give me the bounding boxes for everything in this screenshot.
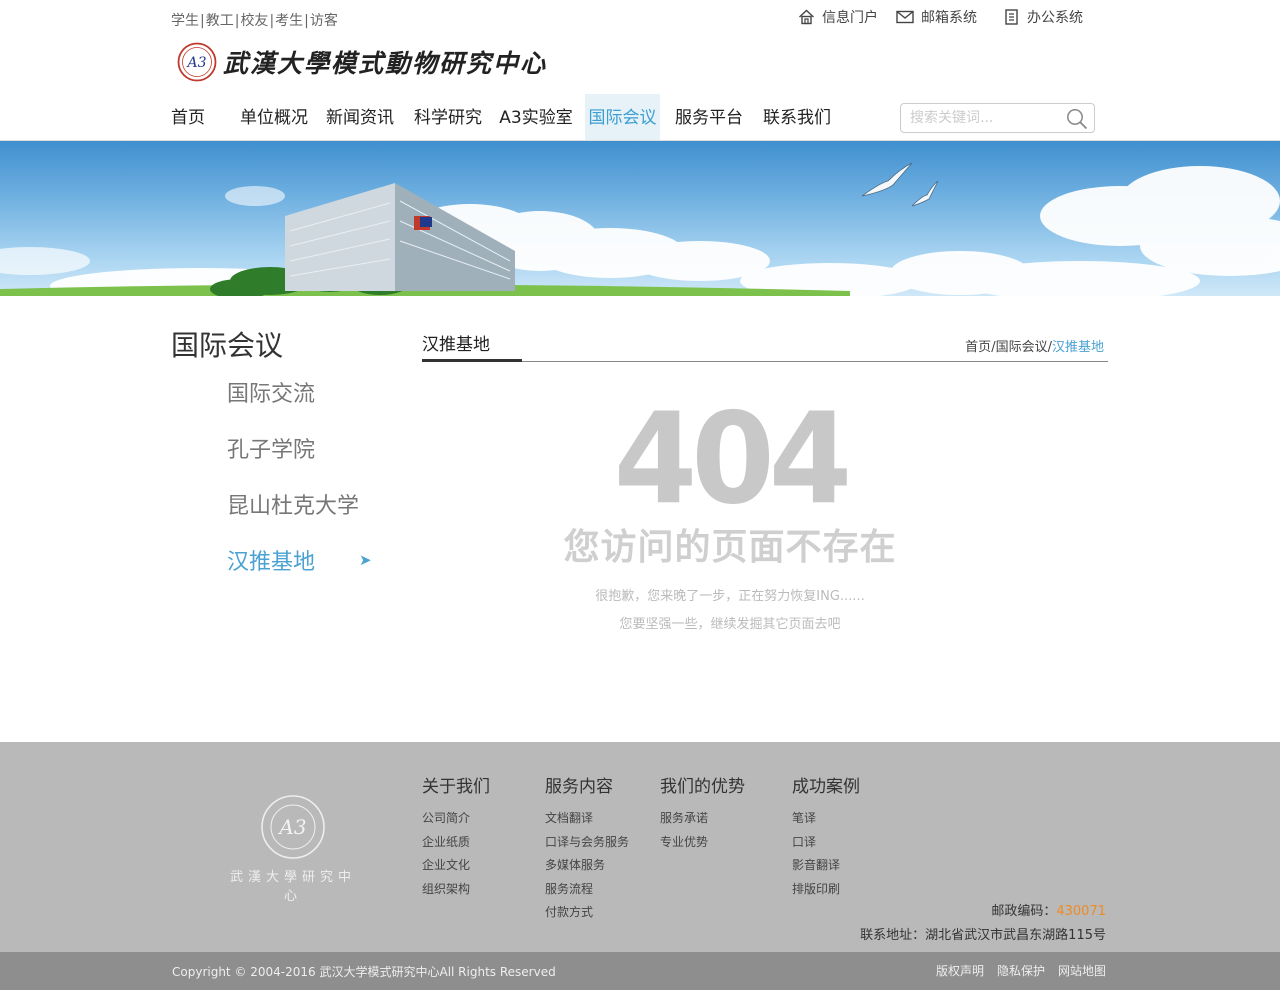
breadcrumb-parent[interactable]: 国际会议 bbox=[996, 340, 1048, 355]
audience-link-visitors[interactable]: 访客 bbox=[310, 13, 338, 29]
footer-seal-icon: A3 bbox=[261, 795, 325, 859]
audience-link-alumni[interactable]: 校友 bbox=[240, 13, 268, 29]
hero-banner bbox=[0, 141, 1280, 296]
title-underline bbox=[422, 359, 522, 362]
copyright-text: Copyright © 2004-2016 武汉大学模式研究中心All Righ… bbox=[172, 965, 556, 979]
nav-contact[interactable]: 联系我们 bbox=[760, 94, 834, 140]
audience-links: 学生|教工|校友|考生|访客 bbox=[171, 13, 338, 29]
site-logo[interactable]: A3 武漢大學模式動物研究中心 bbox=[177, 42, 547, 82]
footer-logo: A3 武漢大學研究中心 bbox=[228, 794, 358, 904]
footer-link[interactable]: 多媒体服务 bbox=[545, 854, 629, 878]
mail-system-link[interactable]: 邮箱系统 bbox=[896, 7, 977, 27]
content-header: 汉推基地 首页/国际会议/汉推基地 bbox=[422, 330, 1108, 362]
footer-link[interactable]: 企业纸质 bbox=[422, 831, 490, 855]
footer-link[interactable]: 排版印刷 bbox=[792, 878, 860, 902]
footer-link[interactable]: 笔译 bbox=[792, 807, 860, 831]
error-subtext-2: 您要坚强一些，继续发掘其它页面去吧 bbox=[619, 617, 841, 632]
postcode-value: 430071 bbox=[1056, 904, 1106, 919]
contact-address: 联系地址：湖北省武汉市武昌东湖路115号 bbox=[860, 928, 1106, 943]
nav-overview[interactable]: 单位概况 bbox=[238, 94, 310, 140]
svg-text:A3: A3 bbox=[277, 815, 306, 839]
svg-text:A3: A3 bbox=[185, 55, 206, 71]
footer-link[interactable]: 组织架构 bbox=[422, 878, 490, 902]
footer-col-title: 关于我们 bbox=[422, 777, 490, 797]
home-icon bbox=[799, 9, 814, 25]
active-arrow-icon: ➤ bbox=[359, 551, 372, 569]
footer-link[interactable]: 付款方式 bbox=[545, 901, 629, 925]
audience-link-staff[interactable]: 教工 bbox=[206, 13, 234, 29]
footer-col-title: 服务内容 bbox=[545, 777, 613, 797]
nav-home[interactable]: 首页 bbox=[171, 94, 209, 140]
nav-news[interactable]: 新闻资讯 bbox=[324, 94, 396, 140]
footer-link[interactable]: 影音翻译 bbox=[792, 854, 860, 878]
nav-services[interactable]: 服务平台 bbox=[672, 94, 746, 140]
search-box bbox=[900, 103, 1095, 133]
footer-link[interactable]: 文档翻译 bbox=[545, 807, 629, 831]
office-system-label: 办公系统 bbox=[1027, 10, 1083, 26]
portal-links: 信息门户 邮箱系统 办公系统 bbox=[798, 7, 1101, 27]
breadcrumb-current: 汉推基地 bbox=[1051, 340, 1104, 355]
error-subtext-1: 很抱歉，您来晚了一步，正在努力恢复ING...... bbox=[595, 589, 865, 604]
mail-system-label: 邮箱系统 bbox=[921, 10, 977, 26]
nav-international-conference[interactable]: 国际会议 bbox=[585, 94, 660, 140]
footer-link[interactable]: 专业优势 bbox=[660, 831, 745, 855]
footer-col-about: 关于我们 公司简介 企业纸质 企业文化 组织架构 bbox=[422, 772, 490, 901]
postcode: 邮政编码：430071 bbox=[991, 904, 1106, 919]
error-code: 404 bbox=[613, 386, 853, 533]
info-portal-link[interactable]: 信息门户 bbox=[798, 7, 878, 27]
footer: A3 武漢大學研究中心 关于我们 公司简介 企业纸质 企业文化 组织架构 服务内… bbox=[0, 742, 1280, 952]
site-name: 武漢大學模式動物研究中心 bbox=[223, 49, 548, 78]
sidebar-item-international-exchange[interactable]: 国际交流 bbox=[227, 376, 315, 408]
footer-col-title: 我们的优势 bbox=[660, 777, 745, 797]
footer-col-services: 服务内容 文档翻译 口译与会务服务 多媒体服务 服务流程 付款方式 bbox=[545, 772, 629, 925]
search-input[interactable] bbox=[901, 104, 1061, 132]
breadcrumb: 首页/国际会议/汉推基地 bbox=[965, 340, 1104, 355]
footer-link[interactable]: 公司简介 bbox=[422, 807, 490, 831]
office-system-link[interactable]: 办公系统 bbox=[1004, 7, 1083, 27]
footer-logo-text: 武漢大學研究中心 bbox=[229, 870, 356, 904]
banner-illustration bbox=[0, 162, 1280, 296]
info-portal-label: 信息门户 bbox=[822, 10, 878, 26]
copyright-bar: Copyright © 2004-2016 武汉大学模式研究中心All Righ… bbox=[0, 952, 1280, 990]
footer-link[interactable]: 企业文化 bbox=[422, 854, 490, 878]
privacy-link[interactable]: 隐私保护 bbox=[997, 964, 1045, 978]
breadcrumb-home[interactable]: 首页 bbox=[965, 340, 991, 355]
sidebar-item-confucius-institute[interactable]: 孔子学院 bbox=[227, 432, 315, 464]
nav-a3-lab[interactable]: A3实验室 bbox=[497, 94, 575, 140]
footer-col-cases: 成功案例 笔译 口译 影音翻译 排版印刷 bbox=[792, 772, 860, 901]
bottom-links: 版权声明 隐私保护 网站地图 bbox=[923, 962, 1106, 979]
footer-link[interactable]: 服务流程 bbox=[545, 878, 629, 902]
document-icon bbox=[1005, 8, 1018, 25]
a3-seal-icon: A3 bbox=[177, 42, 217, 82]
top-bar: 学生|教工|校友|考生|访客 信息门户 邮箱系统 办公系统 bbox=[0, 0, 1280, 38]
nav-research[interactable]: 科学研究 bbox=[412, 94, 484, 140]
sidebar-title: 国际会议 bbox=[171, 329, 284, 362]
search-icon[interactable] bbox=[1066, 108, 1088, 130]
sitemap-link[interactable]: 网站地图 bbox=[1058, 964, 1106, 978]
footer-col-title: 成功案例 bbox=[792, 777, 860, 797]
sidebar-item-hantui-base[interactable]: 汉推基地 bbox=[227, 544, 315, 576]
mail-icon bbox=[896, 10, 914, 24]
footer-link[interactable]: 服务承诺 bbox=[660, 807, 745, 831]
audience-link-candidates[interactable]: 考生 bbox=[275, 13, 303, 29]
audience-link-students[interactable]: 学生 bbox=[171, 13, 199, 29]
footer-link[interactable]: 口译与会务服务 bbox=[545, 831, 629, 855]
footer-col-advantages: 我们的优势 服务承诺 专业优势 bbox=[660, 772, 745, 854]
copyright-statement-link[interactable]: 版权声明 bbox=[936, 964, 984, 978]
footer-link[interactable]: 口译 bbox=[792, 831, 860, 855]
main-nav: 首页 单位概况 新闻资讯 科学研究 A3实验室 国际会议 服务平台 联系我们 bbox=[0, 94, 1280, 141]
error-message: 您访问的页面不存在 bbox=[563, 527, 897, 568]
sidebar-item-duke-kunshan[interactable]: 昆山杜克大学 bbox=[227, 488, 359, 520]
